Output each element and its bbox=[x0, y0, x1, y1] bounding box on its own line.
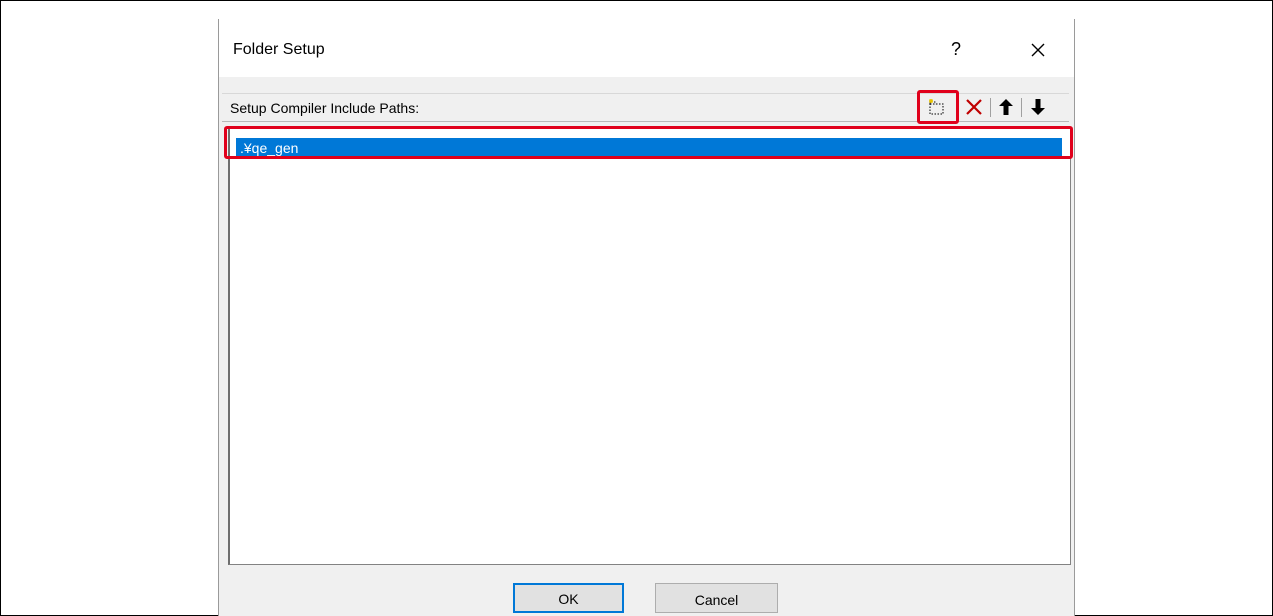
folder-setup-dialog: Folder Setup ? Setup Compiler Include Pa… bbox=[218, 19, 1075, 616]
ok-button[interactable]: OK bbox=[513, 583, 624, 613]
help-button[interactable]: ? bbox=[944, 37, 968, 61]
delete-icon bbox=[966, 99, 982, 115]
toolbar-separator bbox=[990, 98, 991, 117]
move-up-button[interactable] bbox=[994, 95, 1018, 119]
cancel-button[interactable]: Cancel bbox=[655, 583, 778, 613]
arrow-up-icon bbox=[999, 99, 1013, 115]
dialog-title: Folder Setup bbox=[233, 41, 325, 58]
close-button[interactable] bbox=[1025, 37, 1051, 63]
arrow-down-icon bbox=[1031, 99, 1045, 115]
move-down-button[interactable] bbox=[1026, 95, 1050, 119]
delete-button[interactable] bbox=[962, 95, 986, 119]
include-paths-label: Setup Compiler Include Paths: bbox=[230, 100, 420, 116]
close-icon bbox=[1031, 43, 1045, 57]
new-folder-highlight bbox=[917, 90, 959, 124]
include-paths-toolbar: Setup Compiler Include Paths: bbox=[222, 90, 1069, 124]
title-bar: Folder Setup ? bbox=[219, 19, 1074, 77]
dialog-footer: OK Cancel bbox=[219, 566, 1074, 616]
toolbar-separator bbox=[1021, 98, 1022, 117]
include-paths-list[interactable]: .¥qe_gen bbox=[228, 127, 1071, 565]
selected-item-highlight bbox=[224, 126, 1073, 159]
